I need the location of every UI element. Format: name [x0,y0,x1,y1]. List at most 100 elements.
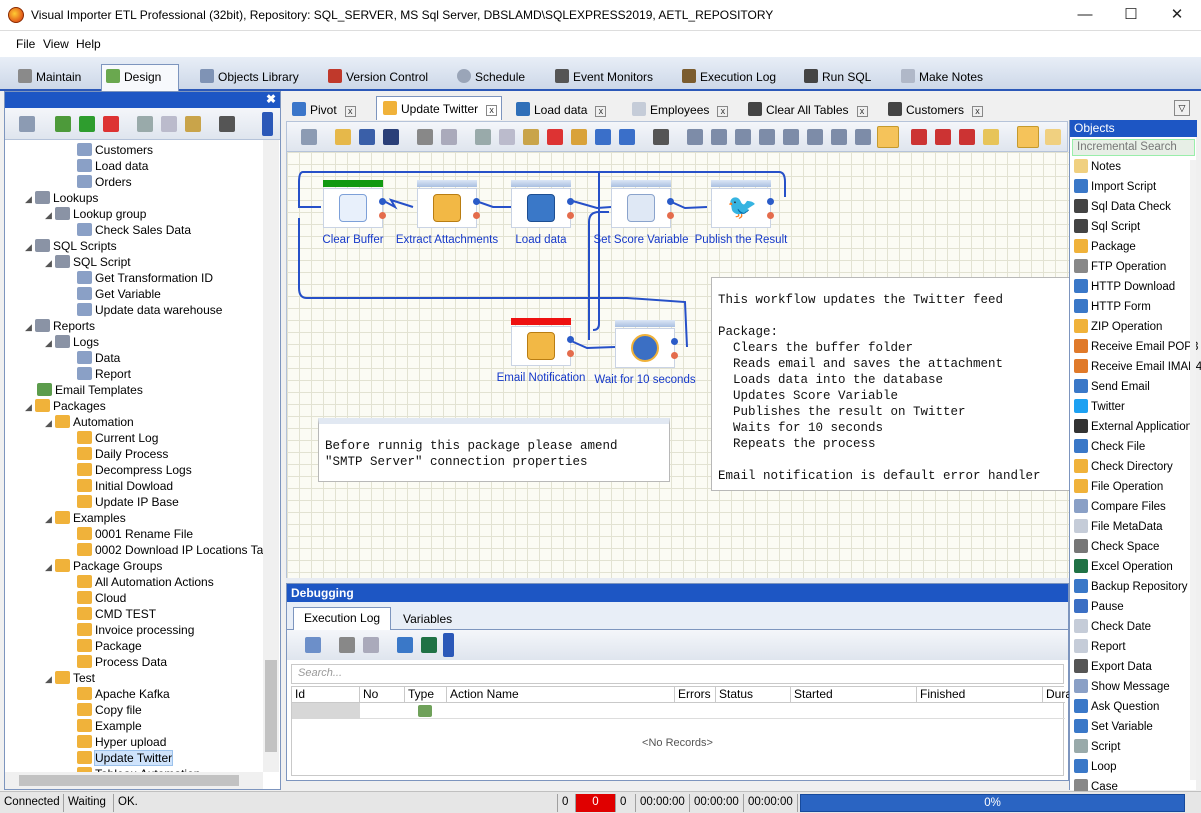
tree-node[interactable]: All Automation Actions [77,574,214,590]
tab-variables[interactable]: Variables [393,609,462,630]
expander-icon[interactable]: ◢ [45,511,55,527]
error-pin[interactable] [567,212,574,219]
object-item-backup-repository[interactable]: Backup Repository [1074,578,1188,596]
tree-node[interactable]: Update Twitter [77,750,174,766]
object-item-loop[interactable]: Loop [1074,758,1117,776]
workflow-description-note[interactable]: This workflow updates the Twitter feed P… [711,277,1069,491]
object-item-export-data[interactable]: Export Data [1074,658,1152,676]
tree-node[interactable]: ◢ Examples [45,510,126,526]
smtp-warning-note[interactable]: Before runnig this package please amend … [318,418,670,482]
calendar-icon[interactable] [911,129,927,145]
close-panel-icon[interactable]: ✖ [266,92,276,106]
tree-node[interactable]: ◢ Logs [45,334,99,350]
copy-icon[interactable] [499,129,515,145]
tab-version-control[interactable]: Version Control [324,65,434,89]
expander-icon[interactable]: ◢ [25,239,35,255]
tree-node[interactable]: ◢ Lookups [25,190,98,206]
properties-icon[interactable] [301,129,317,145]
object-item-sql-script[interactable]: Sql Script [1074,218,1140,236]
print-preview-icon[interactable] [441,129,457,145]
error-pin[interactable] [379,212,386,219]
print-icon[interactable] [339,637,355,653]
tree-horizontal-scrollbar[interactable] [5,772,263,789]
tree-node[interactable]: ◢ SQL Script [45,254,131,270]
tree-node[interactable]: ◢ SQL Scripts [25,238,117,254]
tab-objects-library[interactable]: Objects Library [196,65,305,89]
align-bottom-icon[interactable] [807,129,823,145]
tab-run-sql[interactable]: Run SQL [800,65,877,89]
tree-node[interactable]: Example [77,718,142,734]
tree-node[interactable]: Cloud [77,590,126,606]
column-header-status[interactable]: Status [716,687,791,703]
object-item-file-operation[interactable]: File Operation [1074,478,1163,496]
success-pin[interactable] [379,198,386,205]
paste-icon[interactable] [185,116,201,132]
tab-execution-log[interactable]: Execution Log [293,607,392,630]
align-center-icon[interactable] [711,129,727,145]
tree-node[interactable]: Decompress Logs [77,462,192,478]
object-item-check-space[interactable]: Check Space [1074,538,1159,556]
doc-tab-employees[interactable]: Employees x [626,98,732,120]
close-tab-icon[interactable]: x [486,105,498,116]
close-tab-icon[interactable]: x [717,106,729,117]
find-icon[interactable] [219,116,235,132]
redo-icon[interactable] [619,129,635,145]
error-pin[interactable] [671,352,678,359]
node-set-score-variable[interactable]: Set Score Variable [593,180,689,246]
expander-icon[interactable]: ◢ [45,335,55,351]
filter-row[interactable] [360,703,1065,719]
tree-node[interactable]: Package [77,638,142,654]
delete-icon[interactable] [103,116,119,132]
expander-icon[interactable]: ◢ [45,207,55,223]
find-icon[interactable] [653,129,669,145]
doc-tab-clear-all-tables[interactable]: Clear All Tables x [742,98,872,120]
object-item-sql-data-check[interactable]: Sql Data Check [1074,198,1171,216]
expander-icon[interactable]: ◢ [45,671,55,687]
scroll-thumb[interactable] [265,660,277,752]
clear-icon[interactable] [571,129,587,145]
success-pin[interactable] [567,336,574,343]
column-header-action-name[interactable]: Action Name [447,687,675,703]
node-clear-buffer[interactable]: Clear Buffer [322,180,386,246]
close-tab-icon[interactable]: x [856,106,868,117]
tabs-dropdown-icon[interactable]: ▽ [1174,100,1190,116]
object-item-http-download[interactable]: HTTP Download [1074,278,1175,296]
tree-node[interactable]: Email Templates [37,382,143,398]
excel-icon[interactable] [421,637,437,653]
same-size-icon[interactable] [831,129,847,145]
tree-node[interactable]: Orders [77,174,132,190]
snap-grid-icon[interactable] [877,126,899,148]
tree-node[interactable]: Process Data [77,654,167,670]
tab-maintain[interactable]: Maintain [14,65,87,89]
column-header-started[interactable]: Started [791,687,917,703]
align-left-icon[interactable] [687,129,703,145]
doc-tab-load-data[interactable]: Load data x [510,98,610,120]
success-pin[interactable] [667,198,674,205]
column-header-finished[interactable]: Finished [917,687,1043,703]
doc-tab-customers[interactable]: Customers x [882,98,987,120]
object-item-check-file[interactable]: Check File [1074,438,1145,456]
print-icon[interactable] [417,129,433,145]
expander-icon[interactable]: ◢ [45,415,55,431]
tree-node[interactable]: CMD TEST [77,606,156,622]
success-pin[interactable] [767,198,774,205]
tree-node[interactable]: ◢ Lookup group [45,206,146,222]
tree-node[interactable]: Data [77,350,120,366]
space-evenly-icon[interactable] [855,129,871,145]
close-tab-icon[interactable]: x [595,106,607,117]
object-item-notes[interactable]: Notes [1074,158,1121,176]
align-right-icon[interactable] [735,129,751,145]
log-search-input[interactable]: Search... [291,664,1064,684]
clear-log-icon[interactable] [305,637,321,653]
object-item-http-form[interactable]: HTTP Form [1074,298,1151,316]
note-icon[interactable] [1045,129,1061,145]
doc-tab-update-twitter[interactable]: Update Twitter x [376,96,502,120]
save-icon[interactable] [359,129,375,145]
object-item-import-script[interactable]: Import Script [1074,178,1156,196]
tree-node[interactable]: 0001 Rename File [77,526,193,542]
tree-node[interactable]: Current Log [77,430,158,446]
undo-icon[interactable] [595,129,611,145]
tab-execution-log[interactable]: Execution Log [678,65,782,89]
tree-node[interactable]: Apache Kafka [77,686,170,702]
align-middle-icon[interactable] [783,129,799,145]
